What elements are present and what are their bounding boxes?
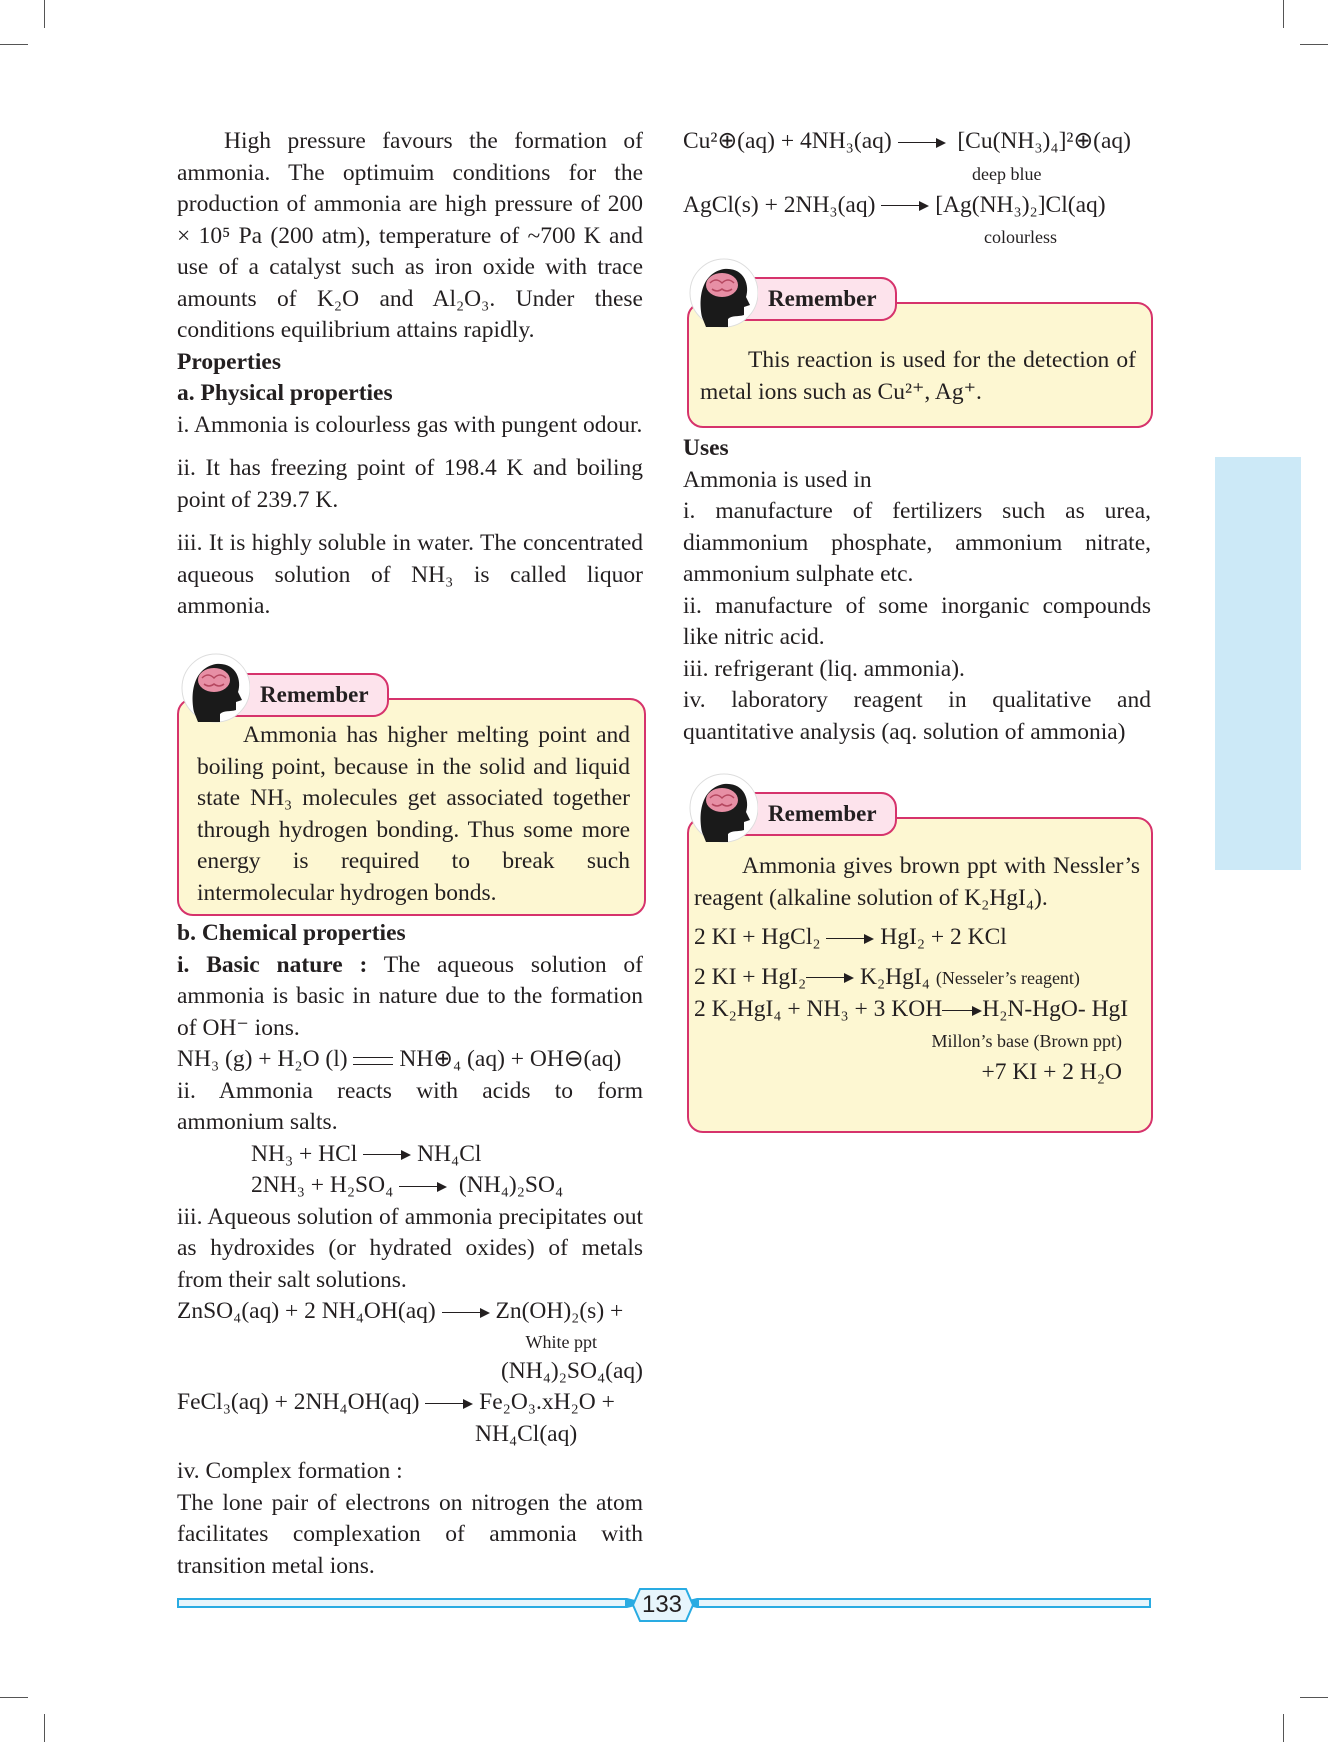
remember-text-hydrogen-bonding: Ammonia has higher melting point and boi… (197, 722, 630, 906)
equilibrium-arrow-icon (353, 1054, 394, 1068)
colourless-note: colourless (984, 227, 1057, 247)
basic-nature-label: i. Basic nature : (177, 951, 368, 978)
complex-formation-heading: iv. Complex formation : (177, 1458, 403, 1484)
arrow-icon (441, 1307, 490, 1318)
physical-property-2: ii. It has freezing point of 198.4 K and… (177, 455, 643, 513)
arrow-icon (942, 1005, 983, 1016)
precipitation-text: iii. Aqueous solution of ammonia precipi… (177, 1203, 643, 1293)
equation-hcl: NH₃ + HCl NH₄Cl (251, 1140, 482, 1167)
use-3: iii. refrigerant (liq. ammonia). (683, 655, 965, 682)
remember-label: Remember (260, 682, 369, 707)
crop-mark (0, 1697, 28, 1698)
use-2: ii. manufacture of some inorganic compou… (683, 592, 1151, 651)
crop-mark (1283, 1714, 1284, 1742)
crop-mark (1300, 1697, 1328, 1698)
remember-text-detection: This reaction is used for the detection … (700, 347, 1136, 405)
brain-head-icon (688, 772, 759, 846)
white-ppt-note: White ppt (525, 1331, 597, 1352)
right-column-equations: Cu²⊕(aq) + 4NH₃(aq) [Cu(NH₃)₄]²⊕(aq) dee… (683, 126, 1151, 253)
equation-ki-hgi2: 2 KI + HgI₂ K₂HgI₄ (Nesseler’s reagent) (694, 963, 1080, 990)
intro-paragraph: High pressure favours the formation of a… (177, 128, 643, 343)
acids-text: ii. Ammonia reacts with acids to form am… (177, 1077, 643, 1136)
uses-section: Uses Ammonia is used in i. manufacture o… (683, 433, 1151, 748)
equation-znso4: ZnSO₄(aq) + 2 NH₄OH(aq) Zn(OH)₂(s) + (177, 1298, 624, 1324)
chemical-properties-heading: b. Chemical properties (177, 920, 406, 946)
complex-formation-text: The lone pair of electrons on nitrogen t… (177, 1489, 643, 1579)
equation-ammonia-water: NH₃ (g) + H₂O (l) NH⊕₄ (aq) + OH⊖(aq) (177, 1046, 622, 1072)
arrow-icon (881, 201, 930, 212)
use-1: i. manufacture of fertilizers such as ur… (683, 498, 1151, 587)
crop-mark (1283, 0, 1284, 28)
arrow-icon (363, 1150, 412, 1161)
arrow-icon (897, 137, 946, 148)
physical-property-1: i. Ammonia is colourless gas with pungen… (177, 411, 643, 438)
crop-mark (0, 44, 28, 45)
brain-head-icon (688, 257, 759, 331)
physical-property-3: iii. It is highly soluble in water. The … (177, 530, 643, 619)
remember-text-nessler: Ammonia gives brown ppt with Nessler’s r… (694, 851, 1140, 1089)
crop-mark (1300, 44, 1328, 45)
arrow-icon (399, 1181, 448, 1192)
equation-millons-base: 2 K₂HgI₄ + NH₃ + 3 KOH H₂N-HgO- HgI (694, 996, 1129, 1022)
crop-mark (44, 1714, 45, 1742)
remember-label: Remember (768, 286, 877, 311)
equation-h2so4: 2NH₃ + H₂SO₄ (NH₄)₂SO₄ (251, 1172, 564, 1198)
deep-blue-note: deep blue (972, 163, 1042, 184)
equation-silver: AgCl(s) + 2NH₃(aq) [Ag(NH₃)₂]Cl(aq) (683, 191, 1106, 218)
use-4: iv. laboratory reagent in qualitative an… (683, 687, 1151, 745)
uses-intro: Ammonia is used in (683, 466, 872, 493)
arrow-icon (425, 1398, 474, 1409)
chapter-side-tab (1215, 457, 1301, 870)
page-number: 133 (641, 1591, 683, 1618)
equation-ki-hgcl2: 2 KI + HgCl₂ HgI₂ + 2 KCl (694, 924, 1007, 950)
chemical-properties-section: b. Chemical properties i. Basic nature :… (177, 918, 643, 1582)
uses-heading: Uses (683, 435, 729, 461)
equation-copper: Cu²⊕(aq) + 4NH₃(aq) [Cu(NH₃)₄]²⊕(aq) (683, 128, 1131, 154)
equation-millons-base-continued: +7 KI + 2 H₂O (981, 1059, 1122, 1085)
equation-znso4-continued: (NH₄)₂SO₄(aq) (500, 1357, 643, 1384)
equation-fecl3-continued: NH₄Cl(aq) (475, 1420, 578, 1447)
left-column: High pressure favours the formation of a… (177, 126, 643, 623)
properties-heading: Properties (177, 348, 281, 375)
arrow-icon (806, 973, 855, 984)
crop-mark (44, 0, 45, 28)
brain-head-icon (180, 652, 251, 726)
equation-fecl3: FeCl₃(aq) + 2NH₄OH(aq) Fe₂O₃.xH₂O + (177, 1389, 615, 1415)
millons-base-note: Millon’s base (Brown ppt) (931, 1030, 1123, 1051)
physical-properties-heading: a. Physical properties (177, 380, 393, 406)
arrow-icon (826, 933, 875, 944)
remember-label: Remember (768, 801, 877, 826)
